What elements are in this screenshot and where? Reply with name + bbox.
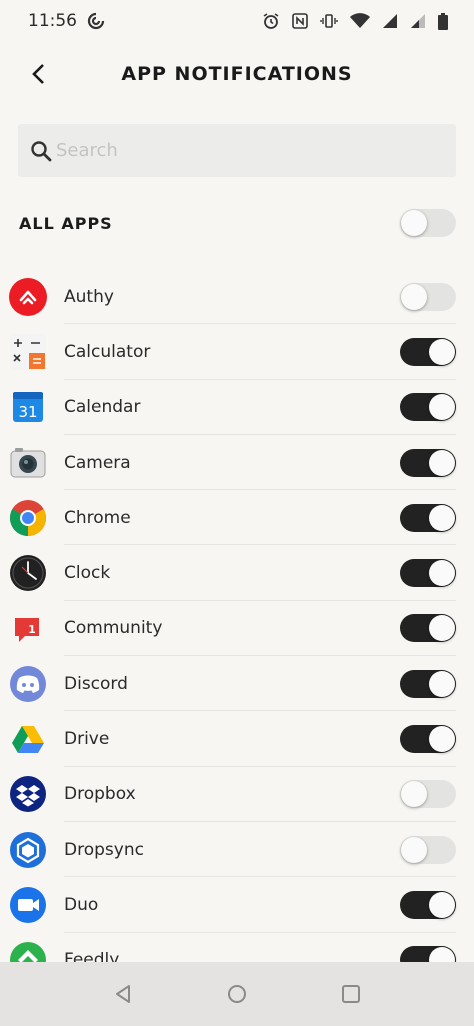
nav-home-button[interactable] — [215, 972, 259, 1016]
wifi-icon — [350, 13, 370, 29]
nav-recents-icon — [342, 985, 360, 1003]
search-box[interactable] — [18, 124, 456, 177]
calendar-icon: 31 — [9, 388, 47, 426]
app-toggle[interactable] — [400, 780, 456, 809]
app-toggle[interactable] — [400, 614, 456, 643]
app-toggle[interactable] — [400, 282, 456, 311]
page-title: APP NOTIFICATIONS — [121, 63, 353, 85]
back-arrow-icon — [32, 64, 44, 84]
chrome-icon — [9, 499, 47, 537]
navigation-bar — [0, 962, 474, 1026]
list-item: 31 Calendar — [0, 380, 474, 436]
all-apps-row: ALL APPS — [0, 196, 474, 250]
duo-icon — [9, 886, 47, 924]
app-toggle[interactable] — [400, 448, 456, 477]
app-name: Clock — [64, 563, 111, 584]
community-icon: 1 — [9, 609, 47, 647]
signal-icon — [382, 13, 398, 29]
list-item: Camera — [0, 435, 474, 491]
alarm-icon — [262, 12, 280, 30]
list-item: Duo — [0, 877, 474, 933]
app-name: Calendar — [64, 397, 141, 418]
app-toggle[interactable] — [400, 503, 456, 532]
camera-icon — [9, 444, 47, 482]
app-toggle[interactable] — [400, 393, 456, 422]
app-name: Calculator — [64, 341, 151, 362]
app-name: Discord — [64, 673, 128, 694]
authy-icon — [9, 277, 47, 316]
nav-home-icon — [228, 985, 246, 1003]
back-button[interactable] — [18, 54, 58, 94]
app-name: Authy — [64, 286, 114, 307]
community-icon-text: 1 — [28, 623, 36, 636]
dropsync-icon — [9, 831, 47, 869]
app-name: Chrome — [64, 507, 131, 528]
list-item: 1 Community — [0, 601, 474, 657]
app-name: Duo — [64, 894, 99, 915]
app-name: Camera — [64, 452, 131, 473]
app-name: Dropbox — [64, 784, 136, 805]
app-list: Authy Calculator 31 Calendar Camera Chro… — [0, 269, 474, 989]
app-toggle[interactable] — [400, 337, 456, 366]
app-toggle[interactable] — [400, 890, 456, 919]
list-item: Authy — [0, 269, 474, 325]
search-icon — [30, 140, 52, 162]
all-apps-toggle[interactable] — [400, 209, 456, 237]
app-toggle[interactable] — [400, 669, 456, 698]
list-item: Drive — [0, 711, 474, 767]
list-item: Chrome — [0, 490, 474, 546]
list-item: Dropsync — [0, 822, 474, 878]
status-time: 11:56 — [28, 11, 77, 31]
search-input[interactable] — [56, 140, 436, 161]
drive-icon — [9, 720, 47, 758]
nav-back-icon — [116, 985, 130, 1003]
app-toggle[interactable] — [400, 725, 456, 754]
app-bar: APP NOTIFICATIONS — [0, 46, 474, 102]
app-name: Community — [64, 618, 163, 639]
battery-icon — [438, 12, 448, 30]
list-item: Calculator — [0, 324, 474, 380]
calculator-icon — [9, 333, 47, 371]
nav-back-button[interactable] — [101, 972, 145, 1016]
signal-2-icon — [410, 13, 426, 29]
vibrate-icon — [320, 12, 338, 30]
list-item: Dropbox — [0, 767, 474, 823]
nav-recents-button[interactable] — [329, 972, 373, 1016]
list-item: Discord — [0, 656, 474, 712]
app-name: Drive — [64, 729, 110, 750]
discord-icon — [9, 665, 47, 703]
app-name: Dropsync — [64, 839, 144, 860]
status-bar: 11:56 — [0, 0, 474, 42]
sync-icon — [87, 12, 105, 30]
app-toggle[interactable] — [400, 559, 456, 588]
dropbox-icon — [9, 775, 47, 813]
list-item: Clock — [0, 545, 474, 602]
app-toggle[interactable] — [400, 835, 456, 864]
calendar-icon-text: 31 — [18, 403, 37, 421]
nfc-icon — [292, 13, 308, 29]
clock-icon — [9, 554, 47, 592]
all-apps-label: ALL APPS — [19, 213, 113, 233]
